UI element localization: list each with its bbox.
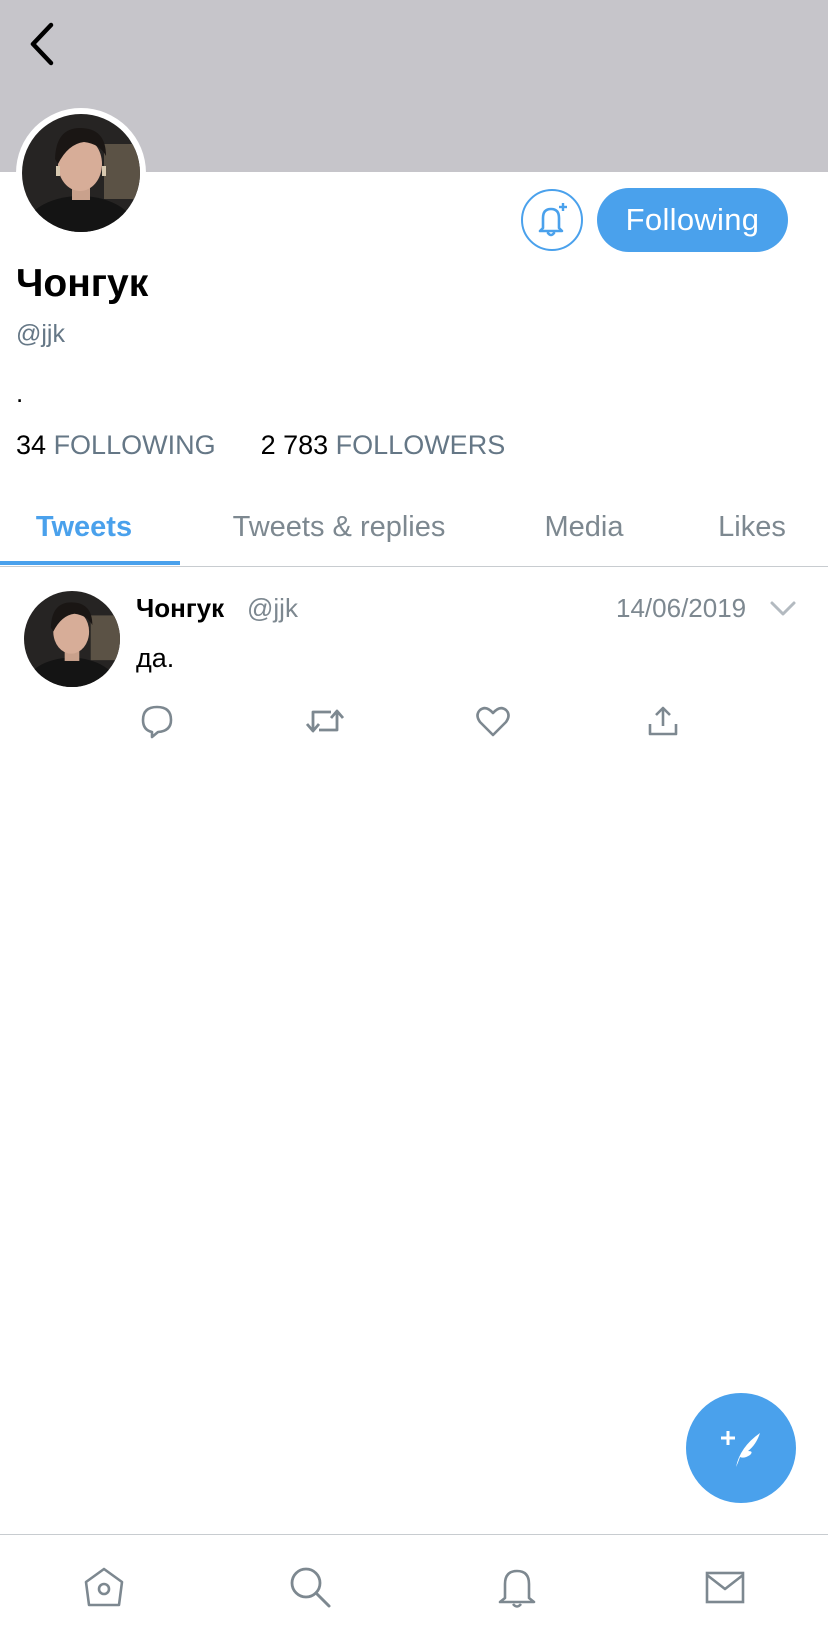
profile-stats: 34 FOLLOWING 2 783 FOLLOWERS [16, 430, 505, 461]
profile-bio: . [16, 378, 24, 408]
tweet-date: 14/06/2019 [616, 593, 747, 623]
following-count: 34 [16, 430, 47, 460]
mail-icon [705, 1571, 745, 1604]
following-label: FOLLOWING [53, 430, 216, 460]
search-icon [290, 1567, 331, 1608]
chevron-down-icon [770, 601, 796, 616]
bottom-navigation [0, 1534, 828, 1636]
nav-search[interactable] [282, 1559, 338, 1615]
active-tab-indicator [0, 561, 180, 565]
profile-tabs: Tweets Tweets & replies Media Likes [0, 488, 828, 567]
tweet-menu-button[interactable] [768, 597, 798, 621]
reply-icon [141, 705, 173, 739]
tab-media[interactable]: Media [522, 488, 646, 566]
profile-avatar[interactable] [16, 108, 146, 238]
reply-button[interactable] [135, 699, 179, 743]
tweet-text: да. [136, 643, 175, 673]
profile-handle: @jjk [16, 320, 65, 348]
followers-label: FOLLOWERS [335, 430, 506, 460]
share-icon [648, 706, 678, 736]
tweet-avatar[interactable] [24, 591, 120, 687]
share-button[interactable] [641, 699, 685, 743]
tweet-item[interactable]: Чонгук @jjk 14/06/2019 да. [0, 567, 828, 747]
heart-icon [476, 706, 510, 737]
bell-icon [498, 1569, 536, 1608]
tab-tweets[interactable]: Tweets [0, 488, 168, 566]
compose-tweet-icon [721, 1431, 760, 1467]
followers-count: 2 783 [260, 430, 329, 460]
followers-count-link[interactable]: 2 783 FOLLOWERS [261, 430, 506, 461]
back-arrow-icon [30, 22, 54, 66]
following-count-link[interactable]: 34 FOLLOWING [16, 430, 216, 461]
tab-likes[interactable]: Likes [700, 488, 804, 566]
bell-plus-icon [538, 203, 567, 237]
retweet-button[interactable] [303, 699, 347, 743]
tweet-author-handle: @jjk [247, 593, 298, 623]
retweet-icon [305, 709, 345, 733]
profile-display-name: Чонгук [16, 262, 149, 305]
tweet-author-name: Чонгук [136, 593, 225, 623]
following-button[interactable]: Following [597, 188, 788, 252]
like-button[interactable] [471, 699, 515, 743]
notifications-toggle-button[interactable] [521, 189, 583, 251]
compose-tweet-button[interactable] [686, 1393, 796, 1503]
nav-messages[interactable] [697, 1559, 753, 1615]
back-button[interactable] [20, 20, 64, 68]
nav-home[interactable] [76, 1559, 132, 1615]
tab-tweets-and-replies[interactable]: Tweets & replies [210, 488, 468, 566]
home-icon [84, 1567, 124, 1607]
nav-notifications[interactable] [489, 1559, 545, 1615]
